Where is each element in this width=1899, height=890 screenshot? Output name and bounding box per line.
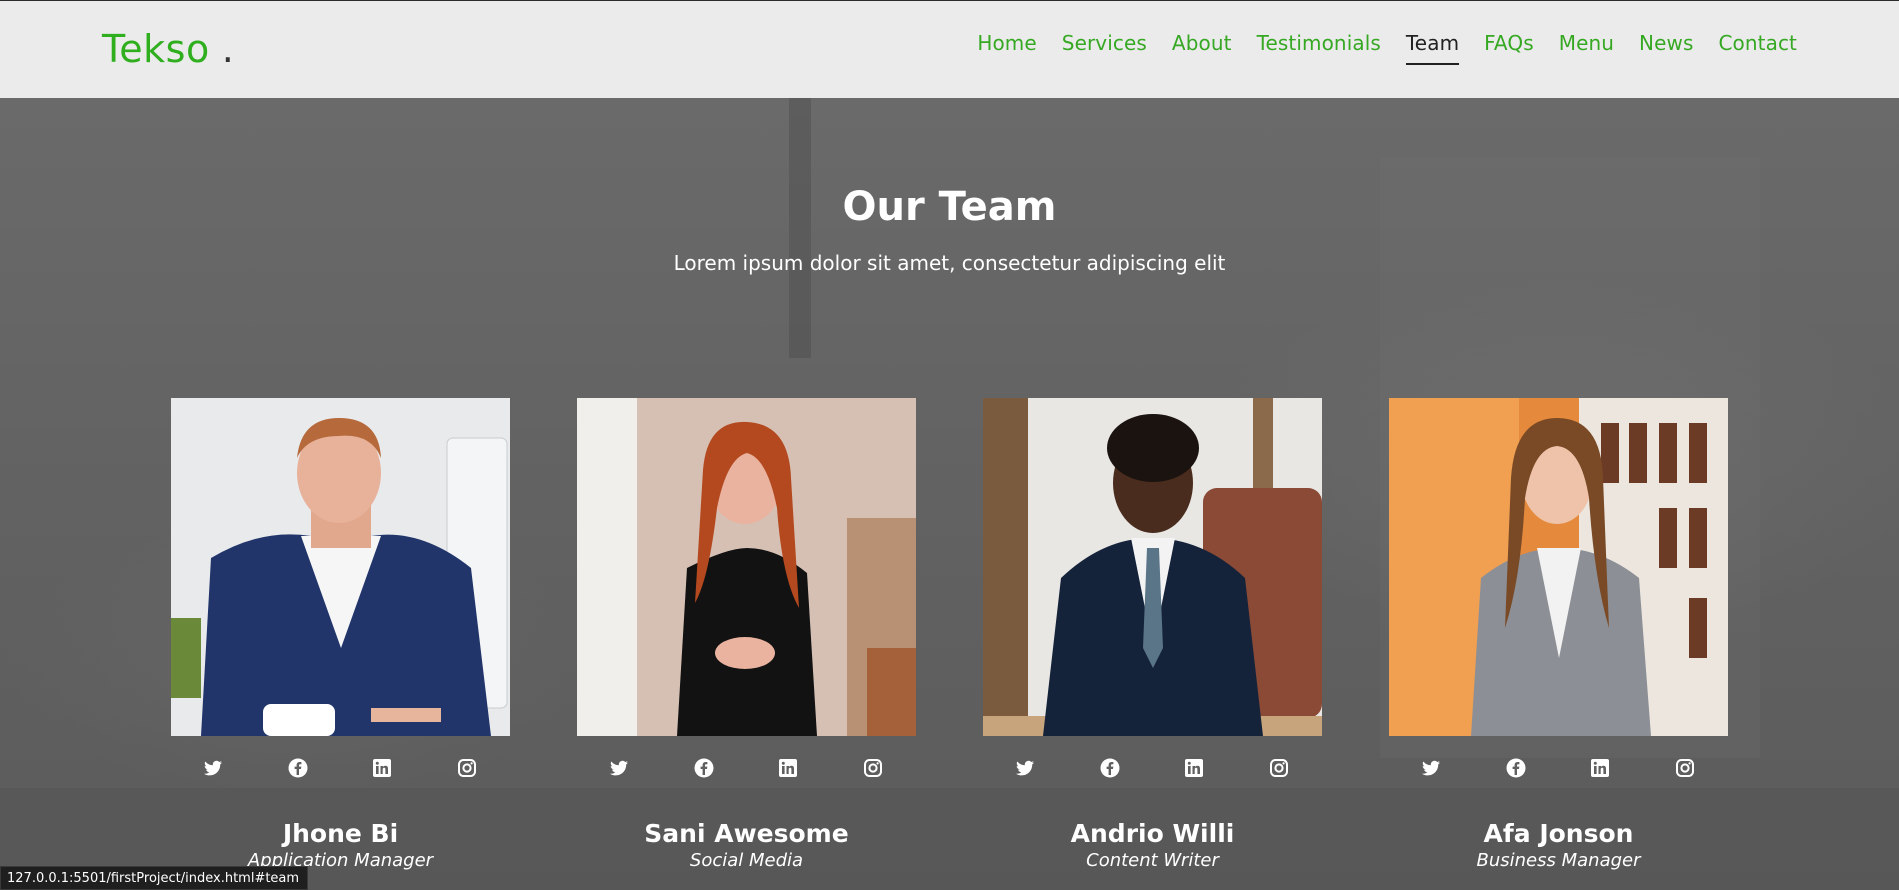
member-photo — [577, 398, 916, 736]
team-title: Our Team — [842, 184, 1057, 230]
social-links — [171, 758, 510, 782]
team-subtitle: Lorem ipsum dolor sit amet, consectetur … — [673, 251, 1226, 275]
member-photo — [983, 398, 1322, 736]
team-card: Afa Jonson Business Manager — [1389, 398, 1728, 871]
member-role: Business Manager — [1476, 850, 1641, 871]
nav-link-faqs[interactable]: FAQs — [1484, 31, 1534, 65]
instagram-icon[interactable] — [1675, 758, 1695, 778]
member-photo — [171, 398, 510, 736]
twitter-icon[interactable] — [1015, 758, 1035, 778]
nav-link-menu[interactable]: Menu — [1559, 31, 1614, 65]
twitter-icon[interactable] — [203, 758, 223, 778]
facebook-icon[interactable] — [288, 758, 308, 778]
nav-link-services[interactable]: Services — [1062, 31, 1147, 65]
team-card: Andrio Willi Content Writer — [983, 398, 1322, 871]
instagram-icon[interactable] — [457, 758, 477, 778]
team-card: Jhone Bi Application Manager — [171, 398, 510, 871]
twitter-icon[interactable] — [609, 758, 629, 778]
linkedin-icon[interactable] — [1184, 758, 1204, 778]
nav-link-about[interactable]: About — [1172, 31, 1232, 65]
member-role: Content Writer — [1086, 850, 1219, 871]
member-role: Social Media — [689, 850, 804, 871]
linkedin-icon[interactable] — [1590, 758, 1610, 778]
social-links — [577, 758, 916, 782]
member-name: Afa Jonson — [1483, 819, 1634, 848]
brand-dot: . — [221, 27, 235, 71]
nav-link-news[interactable]: News — [1639, 31, 1693, 65]
nav-link-contact[interactable]: Contact — [1718, 31, 1797, 65]
status-bar-url: 127.0.0.1:5501/firstProject/index.html#t… — [0, 866, 309, 890]
nav-link-team[interactable]: Team — [1405, 31, 1460, 65]
social-links — [1389, 758, 1728, 782]
facebook-icon[interactable] — [694, 758, 714, 778]
facebook-icon[interactable] — [1100, 758, 1120, 778]
member-photo — [1389, 398, 1728, 736]
facebook-icon[interactable] — [1506, 758, 1526, 778]
brand-name[interactable]: Tekso — [102, 27, 210, 71]
twitter-icon[interactable] — [1421, 758, 1441, 778]
member-name: Jhone Bi — [282, 819, 399, 848]
linkedin-icon[interactable] — [778, 758, 798, 778]
brand-logo[interactable]: Tekso . — [102, 27, 234, 71]
instagram-icon[interactable] — [1269, 758, 1289, 778]
social-links — [983, 758, 1322, 782]
member-name: Sani Awesome — [644, 819, 849, 848]
linkedin-icon[interactable] — [372, 758, 392, 778]
nav-link-testimonials[interactable]: Testimonials — [1257, 31, 1381, 65]
member-name: Andrio Willi — [1070, 819, 1235, 848]
main-nav: Home Services About Testimonials Team FA… — [977, 31, 1797, 65]
site-header: Tekso . Home Services About Testimonials… — [0, 1, 1899, 98]
nav-link-home[interactable]: Home — [977, 31, 1036, 65]
team-card: Sani Awesome Social Media — [577, 398, 916, 871]
instagram-icon[interactable] — [863, 758, 883, 778]
